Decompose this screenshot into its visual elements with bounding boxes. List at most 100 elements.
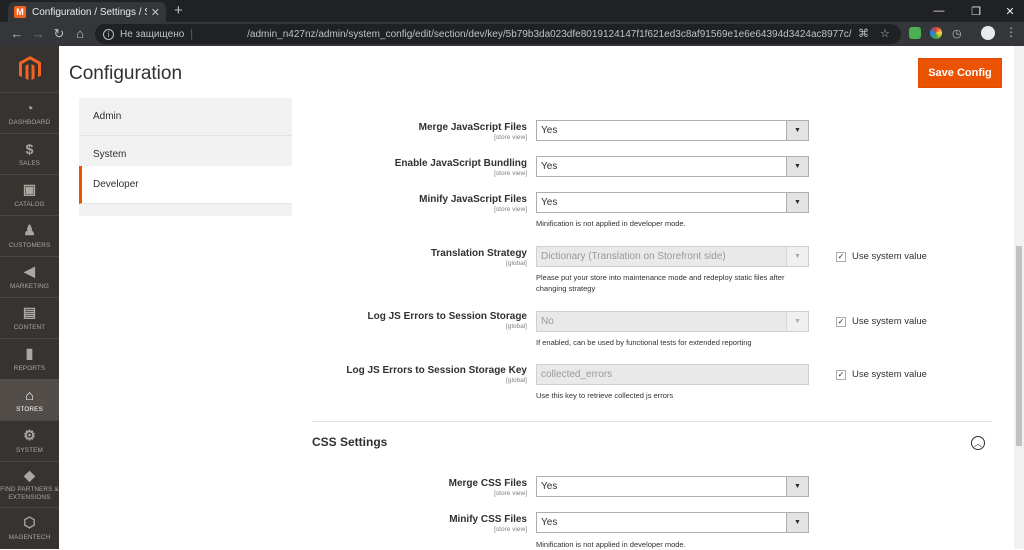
- config-nav-label: System: [93, 149, 127, 160]
- use-system-value-toggle[interactable]: ✓ Use system value: [836, 251, 927, 262]
- extension-icon[interactable]: [909, 27, 921, 39]
- forward-arrow-icon[interactable]: →: [30, 26, 46, 42]
- chevron-down-icon: ▼: [786, 477, 808, 496]
- input-value: collected_errors: [541, 369, 613, 380]
- minify-js-select[interactable]: Yes ▼: [536, 192, 809, 213]
- magento-logo[interactable]: [0, 46, 59, 92]
- menu-icon[interactable]: ⋮: [1005, 25, 1017, 39]
- field-note: Minification is not applied in developer…: [536, 540, 686, 549]
- sidebar-item-label: CUSTOMERS: [8, 241, 51, 249]
- home-icon[interactable]: ⌂: [72, 26, 88, 42]
- log-js-errors-key-input[interactable]: collected_errors: [536, 364, 809, 385]
- field-note: Use this key to retrieve collected js er…: [536, 391, 674, 400]
- dollar-icon: $: [25, 140, 34, 157]
- checkbox-checked-icon[interactable]: ✓: [836, 369, 846, 380]
- config-nav-item-developer[interactable]: Developer: [79, 166, 292, 204]
- window-close-icon[interactable]: ✕: [993, 0, 1024, 22]
- checkbox-checked-icon[interactable]: ✓: [836, 251, 846, 262]
- field-label-text: Merge JavaScript Files: [418, 122, 527, 133]
- field-label: Minify JavaScript Files [store view]: [419, 194, 527, 213]
- info-icon[interactable]: i: [103, 28, 114, 40]
- section-divider: [312, 421, 992, 422]
- dashboard-icon: ◔: [25, 99, 34, 116]
- layout-icon: ▤: [22, 304, 37, 320]
- checkbox-checked-icon[interactable]: ✓: [836, 316, 846, 327]
- sidebar-item-magentech[interactable]: ⬡ MAGENTECH: [0, 507, 59, 548]
- field-label: Merge JavaScript Files [store view]: [419, 122, 527, 141]
- field-label-text: Log JS Errors to Session Storage Key: [346, 365, 527, 376]
- avatar[interactable]: [981, 26, 995, 40]
- magento-logo-icon: [18, 56, 41, 81]
- history-icon[interactable]: ◷: [952, 27, 962, 40]
- config-nav-item-admin[interactable]: Admin: [79, 98, 292, 136]
- field-label-text: Log JS Errors to Session Storage: [367, 311, 527, 322]
- sidebar-item-label: SALES: [18, 159, 41, 167]
- minimize-icon[interactable]: —: [922, 0, 956, 22]
- sidebar-item-label: MAGENTECH: [8, 533, 51, 541]
- minify-css-select[interactable]: Yes ▼: [536, 512, 809, 533]
- field-label-text: Minify JavaScript Files: [419, 194, 527, 205]
- field-scope: [store view]: [494, 206, 527, 213]
- field-label: Enable JavaScript Bundling [store view]: [395, 158, 527, 177]
- sidebar-item-partners[interactable]: ◆ FIND PARTNERS & EXTENSIONS: [0, 461, 59, 507]
- browser-tab-bar: M Configuration / Settings / Stores ✕ + …: [0, 0, 1024, 22]
- field-scope: [store view]: [494, 490, 527, 497]
- url-separator: |: [190, 28, 194, 40]
- use-system-value-toggle[interactable]: ✓ Use system value: [836, 369, 927, 380]
- select-value: No: [541, 316, 554, 327]
- sidebar-item-catalog[interactable]: ▣ CATALOG: [0, 174, 59, 215]
- field-label: Translation Strategy [global]: [431, 248, 527, 267]
- translation-strategy-select[interactable]: Dictionary (Translation on Storefront si…: [536, 246, 809, 267]
- use-system-label: Use system value: [852, 369, 927, 380]
- use-system-value-toggle[interactable]: ✓ Use system value: [836, 316, 927, 327]
- url-text[interactable]: /admin_n427nz/admin/system_config/edit/s…: [247, 29, 851, 40]
- sidebar-item-label: STORES: [16, 405, 43, 413]
- cube-icon: ◆: [24, 466, 35, 483]
- sidebar-item-customers[interactable]: ♟ CUSTOMERS: [0, 215, 59, 256]
- chevron-up-icon[interactable]: ︿: [971, 436, 985, 450]
- sidebar-item-label: DASHBOARD: [8, 118, 51, 126]
- field-label-text: Minify CSS Files: [449, 514, 527, 525]
- sidebar-item-reports[interactable]: ▮ REPORTS: [0, 338, 59, 379]
- sidebar-item-dashboard[interactable]: ◔ DASHBOARD: [0, 92, 59, 133]
- sidebar-item-marketing[interactable]: ◀ MARKETING: [0, 256, 59, 297]
- select-value: Yes: [541, 197, 558, 208]
- color-extension-icon[interactable]: [930, 27, 942, 39]
- save-config-button[interactable]: Save Config: [918, 58, 1002, 88]
- store-icon: ⌂: [25, 386, 34, 403]
- field-scope: [store view]: [494, 170, 527, 177]
- merge-js-select[interactable]: Yes ▼: [536, 120, 809, 141]
- sidebar-item-system[interactable]: ⚙ SYSTEM: [0, 420, 59, 461]
- field-scope: [store view]: [494, 526, 527, 533]
- new-tab-icon[interactable]: +: [174, 2, 183, 20]
- close-icon[interactable]: ✕: [151, 6, 160, 19]
- field-note: Please put your store into maintenance m…: [536, 273, 785, 293]
- chevron-down-icon: ▼: [786, 121, 808, 140]
- maximize-icon[interactable]: ❐: [959, 0, 993, 22]
- css-settings-heading[interactable]: CSS Settings: [312, 435, 387, 449]
- browser-toolbar: ← → ↻ ⌂ i Не защищено | /admin_n427nz/ad…: [0, 22, 1024, 46]
- sidebar-item-label: CATALOG: [14, 200, 45, 208]
- browser-tab[interactable]: M Configuration / Settings / Stores ✕: [8, 2, 166, 22]
- merge-css-select[interactable]: Yes ▼: [536, 476, 809, 497]
- select-value: Yes: [541, 481, 558, 492]
- address-bar[interactable]: i Не защищено | /admin_n427nz/admin/syst…: [95, 24, 901, 44]
- select-value: Dictionary (Translation on Storefront si…: [541, 251, 726, 262]
- bookmark-star-icon[interactable]: ☆: [880, 27, 890, 40]
- back-arrow-icon[interactable]: ←: [9, 26, 25, 42]
- magento-favicon-icon: M: [14, 6, 26, 18]
- js-bundling-select[interactable]: Yes ▼: [536, 156, 809, 177]
- field-scope: [global]: [506, 323, 527, 330]
- sidebar-item-content[interactable]: ▤ CONTENT: [0, 297, 59, 338]
- sidebar-item-label: FIND PARTNERS & EXTENSIONS: [0, 486, 59, 501]
- log-js-errors-select[interactable]: No ▼: [536, 311, 809, 332]
- person-icon: ♟: [23, 222, 36, 238]
- scrollbar-thumb[interactable]: [1016, 246, 1022, 446]
- sidebar-item-sales[interactable]: $ SALES: [0, 133, 59, 174]
- reload-icon[interactable]: ↻: [51, 26, 67, 42]
- chevron-down-icon: ▼: [786, 157, 808, 176]
- page-scrollbar[interactable]: [1014, 46, 1024, 549]
- field-label: Log JS Errors to Session Storage [global…: [368, 311, 527, 330]
- sidebar-item-stores[interactable]: ⌂ STORES: [0, 379, 59, 420]
- translate-icon[interactable]: ⌘: [858, 27, 869, 40]
